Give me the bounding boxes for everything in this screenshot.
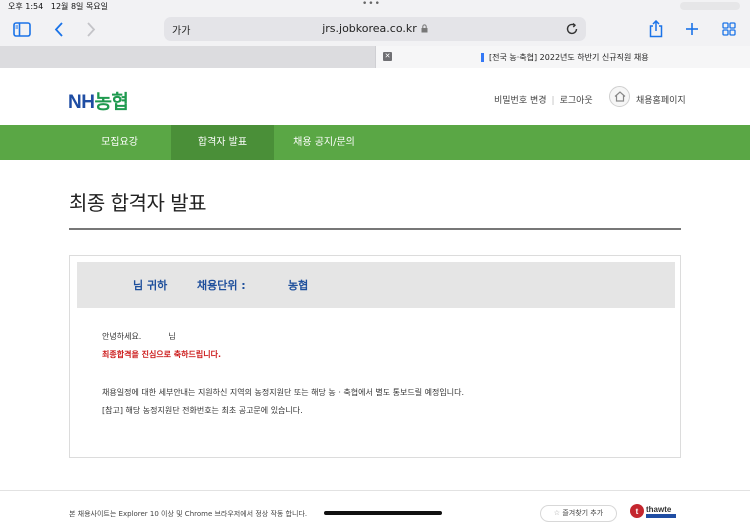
logout-link[interactable]: 로그아웃 bbox=[560, 96, 593, 106]
svg-text:thawte: thawte bbox=[646, 505, 672, 514]
close-tab-icon[interactable]: ✕ bbox=[383, 52, 392, 61]
address-bar[interactable]: 가가 jrs.jobkorea.co.kr bbox=[164, 17, 586, 41]
reference-text: [참고] 해당 농정지원단 전화번호는 최초 공고문에 있습니다. bbox=[102, 406, 303, 415]
change-password-link[interactable]: 비밀번호 변경 bbox=[494, 96, 547, 106]
status-indicators bbox=[680, 2, 740, 10]
result-box: 님 귀하 채용단위 : 농협 안녕하세요. 님 최종합격을 진심으로 축하드립니다… bbox=[69, 255, 681, 458]
add-favorite-button[interactable]: ☆ 즐겨찾기 추가 bbox=[540, 505, 617, 522]
star-icon: ☆ bbox=[553, 509, 561, 517]
unit-value: 농협 bbox=[288, 279, 309, 292]
applicant-info-bar: 님 귀하 채용단위 : 농협 bbox=[77, 262, 675, 308]
favicon-icon bbox=[481, 53, 484, 62]
page-title: 최종 합격자 발표 bbox=[69, 191, 207, 215]
forward-icon[interactable] bbox=[81, 19, 101, 39]
unit-label: 채용단위 : bbox=[197, 279, 246, 292]
greeting-line: 안녕하세요. 님 bbox=[102, 332, 176, 341]
tab-overview-icon[interactable] bbox=[719, 19, 739, 39]
thawte-seal[interactable]: t thawte bbox=[629, 501, 679, 521]
home-icon[interactable] bbox=[609, 86, 630, 107]
lock-icon bbox=[421, 23, 428, 36]
site-header: NH농협 비밀번호 변경 | 로그아웃 채용홈페이지 bbox=[0, 68, 750, 125]
tab-strip: ✕ [전국 농·축협] 2022년도 하반기 신규직원 채용 bbox=[0, 46, 750, 68]
nav-item-results[interactable]: 합격자 발표 bbox=[171, 125, 274, 160]
back-icon[interactable] bbox=[49, 19, 69, 39]
header-links: 비밀번호 변경 | 로그아웃 bbox=[494, 96, 593, 106]
main-nav: 모집요강 합격자 발표 채용 공지/문의 bbox=[0, 125, 750, 160]
url-text[interactable]: jrs.jobkorea.co.kr bbox=[164, 22, 586, 36]
applicant-name: 님 귀하 bbox=[133, 279, 168, 292]
nh-logo[interactable]: NH농협 bbox=[68, 87, 129, 114]
tab-inactive[interactable] bbox=[0, 46, 375, 68]
browser-toolbar: 가가 jrs.jobkorea.co.kr bbox=[0, 12, 750, 46]
reload-icon[interactable] bbox=[564, 21, 580, 37]
tab-active[interactable]: ✕ [전국 농·축협] 2022년도 하반기 신규직원 채용 bbox=[375, 46, 750, 68]
browser-support-note: 본 채용사이트는 Explorer 10 이상 및 Chrome 브라우저에서 … bbox=[69, 510, 308, 518]
multitasking-dots[interactable]: ••• bbox=[362, 0, 381, 9]
congrats-text: 최종합격을 진심으로 축하드립니다. bbox=[102, 350, 222, 359]
title-divider bbox=[69, 228, 681, 230]
main-content: 최종 합격자 발표 님 귀하 채용단위 : 농협 안녕하세요. 님 최종합격을 진… bbox=[0, 160, 750, 490]
nav-item-guidelines[interactable]: 모집요강 bbox=[68, 125, 171, 160]
status-bar: 오후 1:54 12월 8일 목요일 ••• bbox=[0, 0, 750, 12]
status-time: 오후 1:54 12월 8일 목요일 bbox=[8, 2, 109, 11]
home-indicator[interactable] bbox=[324, 511, 442, 515]
share-icon[interactable] bbox=[646, 19, 666, 39]
svg-text:t: t bbox=[636, 507, 639, 516]
schedule-text: 채용일정에 대한 세부안내는 지원하신 지역의 농정지원단 또는 해당 농 · … bbox=[102, 388, 464, 397]
sidebar-icon[interactable] bbox=[12, 19, 32, 39]
new-tab-icon[interactable] bbox=[682, 19, 702, 39]
nav-item-notice[interactable]: 채용 공지/문의 bbox=[272, 125, 376, 160]
site-footer: 본 채용사이트는 Explorer 10 이상 및 Chrome 브라우저에서 … bbox=[0, 490, 750, 522]
recruit-home-link[interactable]: 채용홈페이지 bbox=[636, 93, 686, 106]
tab-title: [전국 농·축협] 2022년도 하반기 신규직원 채용 bbox=[481, 52, 649, 63]
